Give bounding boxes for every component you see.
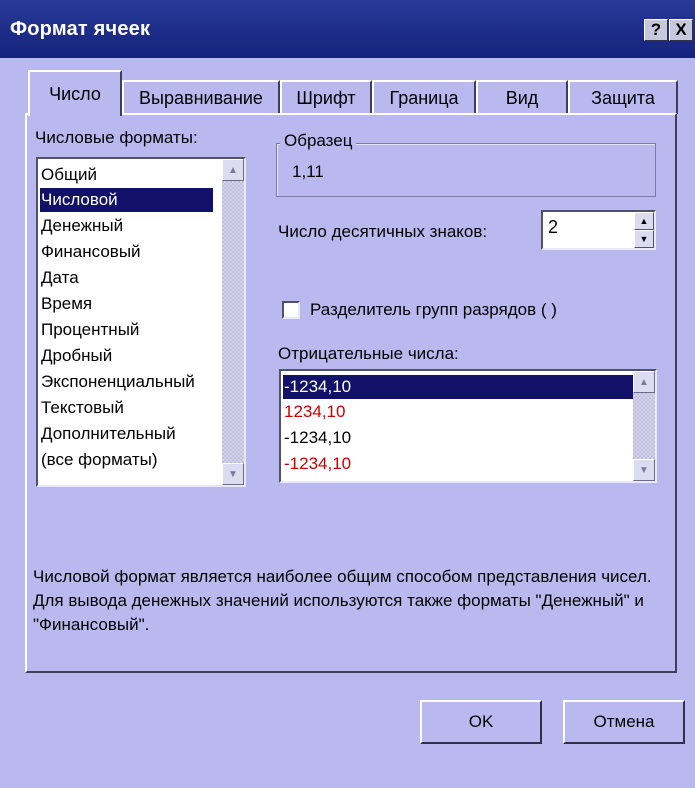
format-item-special[interactable]: Дополнительный xyxy=(40,422,176,446)
formats-label: Числовые форматы: xyxy=(35,128,198,147)
formats-listbox[interactable]: Общий Числовой Денежный Финансовый Дата … xyxy=(36,157,246,487)
format-item-date[interactable]: Дата xyxy=(40,266,79,290)
negatives-label: Отрицательные числа: xyxy=(278,344,459,363)
negatives-listbox[interactable]: -1234,10 1234,10 -1234,10 -1234,10 ▲ ▼ xyxy=(279,369,657,483)
decimals-spinner[interactable]: 2 ▲ ▼ xyxy=(541,210,656,250)
tab-font[interactable]: Шрифт xyxy=(280,80,372,114)
format-item-percent[interactable]: Процентный xyxy=(40,318,139,342)
tab-view[interactable]: Вид xyxy=(476,80,568,114)
format-item-accounting[interactable]: Финансовый xyxy=(40,240,141,264)
spin-up-icon[interactable]: ▲ xyxy=(634,212,654,230)
sample-group-label: Образец xyxy=(280,131,357,151)
format-item-scientific[interactable]: Экспоненциальный xyxy=(40,370,195,394)
format-item-all[interactable]: (все форматы) xyxy=(40,448,158,472)
tab-protection[interactable]: Защита xyxy=(568,80,678,114)
format-item-currency[interactable]: Денежный xyxy=(40,214,123,238)
scroll-up-icon[interactable]: ▲ xyxy=(222,159,244,181)
decimals-value[interactable]: 2 xyxy=(548,217,558,238)
tab-number[interactable]: Число xyxy=(28,70,122,116)
spin-down-icon[interactable]: ▼ xyxy=(634,230,654,248)
cancel-button[interactable]: Отмена xyxy=(563,700,685,744)
help-button[interactable]: ? xyxy=(644,19,668,41)
negatives-scrollbar[interactable]: ▲ ▼ xyxy=(633,371,655,481)
ok-button[interactable]: OK xyxy=(420,700,542,744)
tab-label: Выравнивание xyxy=(139,87,263,108)
close-button[interactable]: X xyxy=(669,19,693,41)
tab-border[interactable]: Граница xyxy=(372,80,476,114)
format-cells-dialog: Формат ячеек ? X Число Выравнивание Шриф… xyxy=(0,0,695,788)
format-description: Числовой формат является наиболее общим … xyxy=(33,567,652,634)
scroll-up-icon[interactable]: ▲ xyxy=(633,371,655,393)
formats-scrollbar[interactable]: ▲ ▼ xyxy=(222,159,244,485)
negative-item[interactable]: -1234,10 xyxy=(283,375,634,399)
tab-label: Вид xyxy=(505,87,539,108)
sample-group xyxy=(276,143,656,197)
tab-label: Граница xyxy=(389,87,459,108)
negative-item[interactable]: -1234,10 xyxy=(283,452,351,476)
format-item-fraction[interactable]: Дробный xyxy=(40,344,112,368)
scroll-down-icon[interactable]: ▼ xyxy=(222,463,244,485)
decimals-label: Число десятичных знаков: xyxy=(278,222,488,241)
tab-alignment[interactable]: Выравнивание xyxy=(122,80,280,114)
separator-label[interactable]: Разделитель групп разрядов ( ) xyxy=(310,300,557,320)
scroll-down-icon[interactable]: ▼ xyxy=(633,459,655,481)
tab-label: Защита xyxy=(591,87,655,108)
title-bar[interactable]: Формат ячеек ? X xyxy=(0,0,695,58)
format-item-general[interactable]: Общий xyxy=(40,163,97,187)
tab-label: Число xyxy=(49,83,101,104)
format-item-time[interactable]: Время xyxy=(40,292,92,316)
negative-item[interactable]: 1234,10 xyxy=(283,400,345,424)
negative-item[interactable]: -1234,10 xyxy=(283,426,351,450)
format-item-number[interactable]: Числовой xyxy=(40,188,213,212)
tab-label: Шрифт xyxy=(296,87,356,108)
sample-value: 1,11 xyxy=(292,162,324,181)
format-item-text[interactable]: Текстовый xyxy=(40,396,124,420)
separator-checkbox[interactable] xyxy=(282,301,300,319)
dialog-title: Формат ячеек xyxy=(10,18,151,40)
tab-strip: Число Выравнивание Шрифт Граница Вид Защ… xyxy=(28,70,680,116)
spin-buttons: ▲ ▼ xyxy=(634,212,654,248)
